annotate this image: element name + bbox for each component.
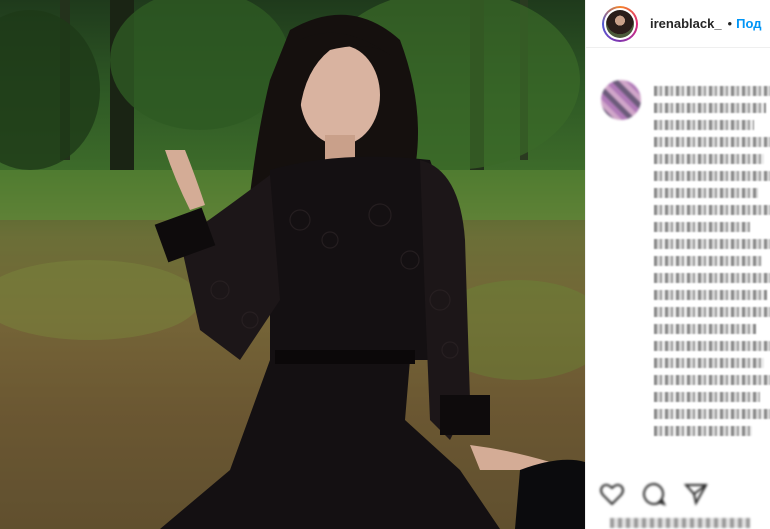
post-header: irenablack_ • Под [586, 0, 770, 48]
caption-line [654, 307, 770, 317]
avatar-image [606, 9, 634, 38]
caption-line [654, 137, 770, 147]
caption-line [654, 103, 766, 113]
caption-line [654, 222, 750, 232]
separator-dot: • [727, 16, 733, 31]
caption-line [654, 324, 756, 334]
caption-line [654, 120, 754, 130]
photo-illustration [0, 0, 585, 529]
caption-line [654, 341, 770, 351]
post-actions [598, 480, 710, 508]
username-link[interactable]: irenablack_ [650, 16, 722, 31]
caption-line [654, 273, 770, 283]
caption-line [654, 358, 764, 368]
caption-line [654, 86, 770, 96]
profile-avatar[interactable] [602, 5, 638, 42]
heart-icon[interactable] [598, 480, 626, 508]
likes-count [610, 518, 750, 528]
caption-line [654, 239, 770, 249]
follow-button[interactable]: Под [736, 16, 761, 31]
caption-line [654, 409, 770, 419]
caption-line [654, 188, 758, 198]
comment-icon[interactable] [640, 480, 668, 508]
avatar-frame [604, 7, 636, 40]
caption-line [654, 426, 752, 436]
caption-author-avatar[interactable] [601, 80, 641, 120]
caption-line [654, 154, 764, 164]
caption-text [654, 86, 770, 443]
share-icon[interactable] [682, 480, 710, 508]
caption-line [654, 171, 770, 181]
caption-line [654, 256, 762, 266]
caption-line [654, 392, 760, 402]
caption-line [654, 290, 767, 300]
caption-line [654, 205, 770, 215]
post-sidebar: irenablack_ • Под [585, 0, 770, 529]
post-photo[interactable] [0, 0, 585, 529]
caption-line [654, 375, 770, 385]
